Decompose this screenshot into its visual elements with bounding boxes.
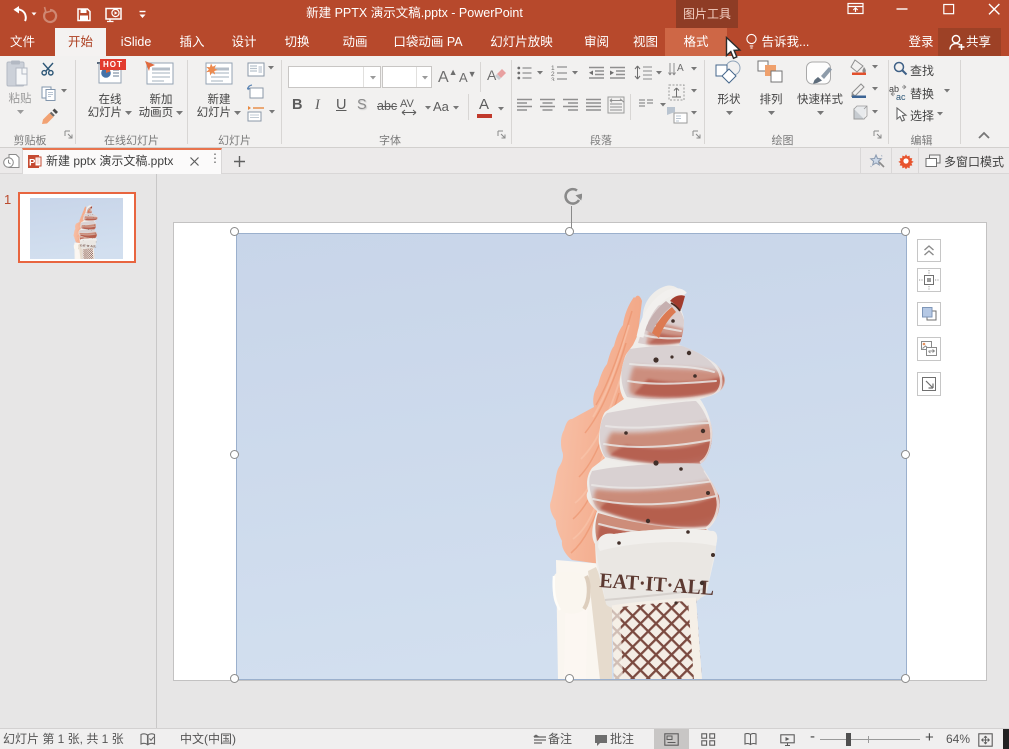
svg-text:3: 3 [551,77,555,81]
svg-text:A: A [487,67,497,83]
svg-text:AV: AV [400,98,415,110]
svg-text:P: P [29,158,36,169]
svg-text:A: A [677,63,684,74]
svg-text:ac: ac [896,92,906,100]
